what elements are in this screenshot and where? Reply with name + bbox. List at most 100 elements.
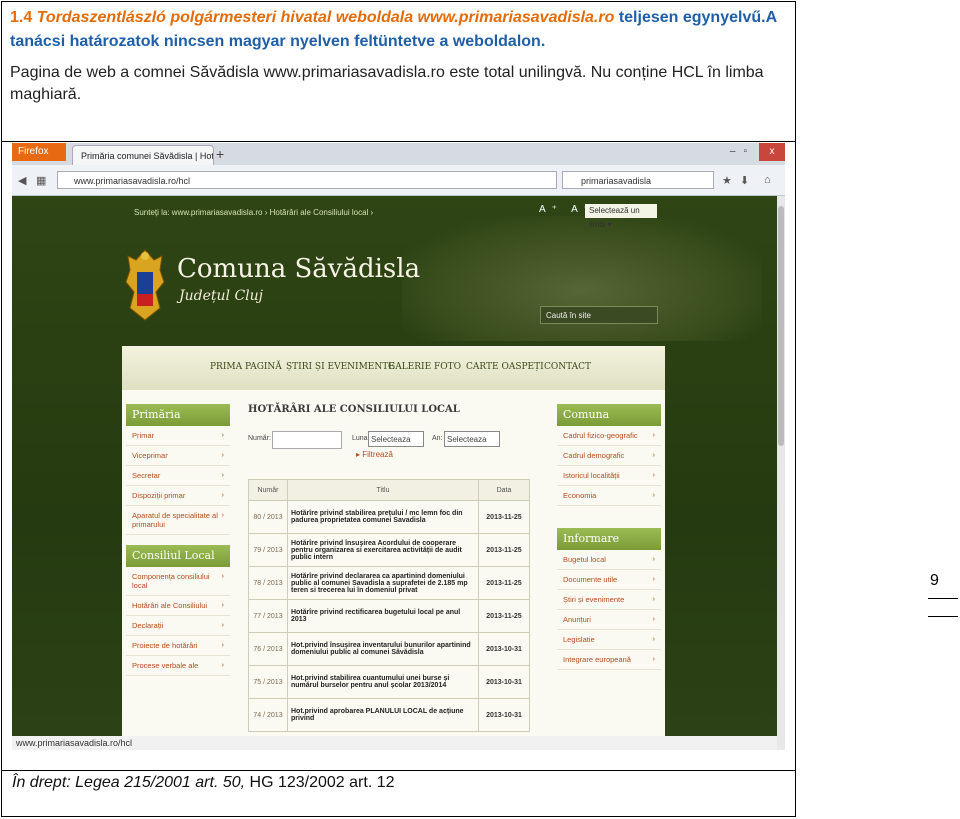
decision-number: 80 / 2013 bbox=[248, 500, 288, 534]
table-row[interactable]: 79 / 2013 Hotărîre privind însușirea Acor… bbox=[248, 533, 530, 567]
page-number: 9 bbox=[930, 572, 939, 589]
decision-title[interactable]: Hotărîre privind însușirea Acordului de … bbox=[287, 533, 479, 567]
sidebar-link[interactable]: Integrare europeană bbox=[557, 650, 661, 670]
sidebar-link[interactable]: Cadrul fizico-geografic bbox=[557, 426, 661, 446]
sidebar-link[interactable]: Bugetul local bbox=[557, 550, 661, 570]
menu-item[interactable]: GALERIE FOTO bbox=[388, 362, 461, 372]
year-label: An: bbox=[432, 435, 443, 442]
browser-tab[interactable]: Primăria comunei Săvădisla | Hotărâri al… bbox=[72, 145, 214, 165]
sidebar-link[interactable]: Cadrul demografic bbox=[557, 446, 661, 466]
decision-date: 2013-10-31 bbox=[478, 698, 530, 732]
table-row[interactable]: 77 / 2013 Hotărîre privind rectificarea b… bbox=[248, 599, 530, 633]
scrollbar[interactable] bbox=[777, 196, 785, 750]
year-select[interactable]: Selecteaza bbox=[444, 431, 500, 447]
sidebar-link[interactable]: Aparatul de specialitate al primarului bbox=[126, 506, 230, 535]
sidebar-link[interactable]: Secretar bbox=[126, 466, 230, 486]
table-row[interactable]: 78 / 2013 Hotărîre privind declararea ca … bbox=[248, 566, 530, 600]
decision-title[interactable]: Hot.privind aprobarea PLANULUI LOCAL de … bbox=[287, 698, 479, 732]
bookmarks-icon[interactable]: ★ bbox=[722, 174, 732, 187]
sidebar-link[interactable]: Primar bbox=[126, 426, 230, 446]
decision-number: 79 / 2013 bbox=[248, 533, 288, 567]
tab-bar: Firefox Primăria comunei Săvădisla | Hot… bbox=[12, 143, 785, 165]
decision-number: 76 / 2013 bbox=[248, 632, 288, 666]
sidebar-link[interactable]: Procese verbale ale bbox=[126, 656, 230, 676]
table-row[interactable]: 80 / 2013 Hotărîre privind stabilirea pre… bbox=[248, 500, 530, 534]
sidebar-link[interactable]: Proiecte de hotărâri bbox=[126, 636, 230, 656]
main-content: HOTĂRÂRI ALE CONSILIULUI LOCAL Număr: Lu… bbox=[248, 404, 548, 732]
month-label: Luna: bbox=[352, 435, 370, 442]
search-input[interactable]: primariasavadisla bbox=[562, 171, 714, 189]
sidebar-link[interactable]: Documente utile bbox=[557, 570, 661, 590]
home-page-icon[interactable]: ⌂ bbox=[764, 174, 771, 186]
table-row[interactable]: 75 / 2013 Hot.privind stabilirea cuantumu… bbox=[248, 665, 530, 699]
sidebar-heading: Comuna bbox=[557, 404, 661, 426]
table-row[interactable]: 76 / 2013 Hot.privind însușirea inventaru… bbox=[248, 632, 530, 666]
decision-title[interactable]: Hotărîre privind declararea ca apartinin… bbox=[287, 566, 479, 600]
back-icon[interactable]: ◀ bbox=[18, 174, 26, 187]
site-subtitle: Județul Cluj bbox=[179, 288, 263, 304]
decision-number: 74 / 2013 bbox=[248, 698, 288, 732]
decision-title[interactable]: Hotărîre privind stabilirea prețului / m… bbox=[287, 500, 479, 534]
decision-date: 2013-11-25 bbox=[478, 533, 530, 567]
sidebar-link[interactable]: Declarații bbox=[126, 616, 230, 636]
decision-date: 2013-10-31 bbox=[478, 665, 530, 699]
sidebar-link[interactable]: Viceprimar bbox=[126, 446, 230, 466]
menu-item[interactable]: PRIMA PAGINĂ bbox=[210, 362, 282, 372]
left-sidebar: Primăria Primar Viceprimar Secretar Disp… bbox=[126, 404, 230, 686]
divider bbox=[928, 598, 958, 599]
sidebar-link[interactable]: Știri și evenimente bbox=[557, 590, 661, 610]
page-title: HOTĂRÂRI ALE CONSILIULUI LOCAL bbox=[248, 404, 460, 415]
decision-date: 2013-11-25 bbox=[478, 566, 530, 600]
column-header: Titlu bbox=[287, 479, 479, 501]
sidebar-link[interactable]: Istoricul localității bbox=[557, 466, 661, 486]
coat-of-arms-icon bbox=[125, 249, 165, 321]
column-header: Data bbox=[478, 479, 530, 501]
decision-title[interactable]: Hot.privind stabilirea cuantumului unei … bbox=[287, 665, 479, 699]
decisions-table: Număr Titlu Data 80 / 2013 Hotărîre privi… bbox=[248, 479, 530, 732]
content-page: PRIMA PAGINĂ ȘTIRI ȘI EVENIMENTE GALERIE… bbox=[122, 346, 665, 750]
sidebar-heading: Primăria bbox=[126, 404, 230, 426]
section-heading: 1.4 Tordaszentlászló polgármesteri hivat… bbox=[10, 9, 777, 50]
sidebar-link[interactable]: Dispoziții primar bbox=[126, 486, 230, 506]
new-tab-icon[interactable]: + bbox=[216, 146, 224, 162]
url-bar[interactable]: www.primariasavadisla.ro/hcl bbox=[57, 171, 557, 189]
legal-basis: În drept: Legea 215/2001 art. 50, HG 123… bbox=[12, 774, 395, 791]
filter-button[interactable]: ▸ Filtrează bbox=[356, 450, 393, 459]
sidebar-heading: Informare cetățeni bbox=[557, 528, 661, 567]
document-header: 1.4 Tordaszentlászló polgármesteri hivat… bbox=[10, 6, 790, 106]
window-controls-icon[interactable]: –▫ bbox=[730, 146, 755, 157]
month-select[interactable]: Selecteaza bbox=[368, 431, 424, 447]
decision-title[interactable]: Hot.privind însușirea inventarului bunur… bbox=[287, 632, 479, 666]
language-select[interactable]: Selectează un limbi ▾ bbox=[585, 204, 657, 229]
decision-date: 2013-10-31 bbox=[478, 632, 530, 666]
close-icon[interactable]: x bbox=[759, 143, 785, 161]
sidebar-link[interactable]: Economia bbox=[557, 486, 661, 506]
divider bbox=[1, 141, 795, 142]
firefox-menu-button[interactable]: Firefox bbox=[12, 143, 66, 161]
table-row[interactable]: 74 / 2013 Hot.privind aprobarea PLANULUI … bbox=[248, 698, 530, 732]
menu-item[interactable]: CONTACT bbox=[544, 362, 591, 372]
sidebar-link[interactable]: Hotărâri ale Consiliului bbox=[126, 596, 230, 616]
menu-item[interactable]: CARTE OASPEȚI bbox=[466, 362, 544, 372]
download-icon[interactable]: ⬇ bbox=[740, 174, 749, 187]
divider bbox=[1, 770, 795, 771]
site-search-input[interactable]: Caută în site bbox=[540, 306, 658, 324]
home-icon[interactable]: ▦ bbox=[36, 174, 46, 187]
number-label: Număr: bbox=[248, 435, 271, 442]
menu-item[interactable]: ȘTIRI ȘI EVENIMENTE bbox=[286, 362, 395, 372]
site-title[interactable]: Comuna Săvădisla bbox=[177, 254, 420, 284]
decision-date: 2013-11-25 bbox=[478, 500, 530, 534]
sidebar-link[interactable]: Anunțuri bbox=[557, 610, 661, 630]
scrollbar-thumb[interactable] bbox=[778, 206, 784, 446]
sidebar-link[interactable]: Componența consiliului local bbox=[126, 567, 230, 596]
main-menu: PRIMA PAGINĂ ȘTIRI ȘI EVENIMENTE GALERIE… bbox=[122, 346, 665, 390]
sidebar-link[interactable]: Legislatie bbox=[557, 630, 661, 650]
sidebar-heading: Consiliul Local bbox=[126, 545, 230, 567]
web-page-viewport: Sunteți la: www.primariasavadisla.ro › H… bbox=[12, 196, 777, 750]
breadcrumb[interactable]: Sunteți la: www.primariasavadisla.ro › H… bbox=[134, 208, 373, 217]
navigation-bar: ◀ ▦ www.primariasavadisla.ro/hcl primari… bbox=[12, 165, 785, 196]
right-sidebar: Comuna Cadrul fizico-geografic Cadrul de… bbox=[557, 404, 661, 680]
number-input[interactable] bbox=[272, 431, 342, 449]
status-bar: www.primariasavadisla.ro/hcl bbox=[12, 736, 777, 750]
decision-title[interactable]: Hotărîre privind rectificarea bugetului … bbox=[287, 599, 479, 633]
